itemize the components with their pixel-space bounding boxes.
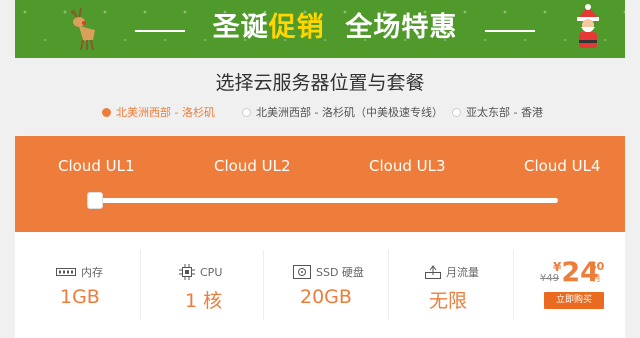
- divider: [513, 250, 514, 320]
- reindeer-icon: [70, 7, 95, 51]
- spec-label: CPU: [200, 265, 223, 279]
- price-decimal: 50: [589, 260, 605, 273]
- spec-label: 月流量: [446, 266, 479, 279]
- ssd-icon: [293, 265, 311, 279]
- buy-now-button[interactable]: 立即购买: [544, 292, 604, 309]
- radio-dot-icon: [452, 107, 461, 117]
- spec-value: 无限: [429, 290, 468, 312]
- region-label: 亚太东部 - 香港: [466, 106, 543, 119]
- divider: [140, 250, 141, 320]
- price-unit: /月: [590, 274, 601, 283]
- spec-panel: 内存 1GB CPU 1 核 SSD 硬盘 20GB 月流量 无限: [15, 232, 625, 338]
- plan-slider-track[interactable]: [88, 198, 558, 203]
- plan-panel: Cloud UL1 Cloud UL2 Cloud UL3 Cloud UL4: [15, 136, 625, 232]
- radio-dot-icon: [102, 107, 111, 117]
- region-option-la[interactable]: 北美洲西部 - 洛杉矶: [102, 104, 215, 120]
- traffic-icon: [425, 265, 441, 279]
- region-label: 北美洲西部 - 洛杉矶（中美极速专线）: [256, 106, 443, 119]
- divider: [263, 250, 264, 320]
- region-option-hk[interactable]: 亚太东部 - 香港: [452, 104, 543, 120]
- plan-option-ul2[interactable]: Cloud UL2: [214, 157, 291, 175]
- region-option-la-express[interactable]: 北美洲西部 - 洛杉矶（中美极速专线）: [242, 104, 443, 120]
- plan-option-ul1[interactable]: Cloud UL1: [58, 157, 135, 175]
- banner-line-left: [135, 30, 185, 32]
- current-price: ¥24 50 /月: [553, 258, 604, 288]
- section-title: 选择云服务器位置与套餐: [215, 72, 425, 94]
- plan-slider-handle[interactable]: [87, 192, 103, 209]
- banner-title: 圣诞促销 全场特惠: [212, 12, 458, 43]
- spec-value: 20GB: [300, 286, 352, 308]
- plan-option-ul3[interactable]: Cloud UL3: [369, 157, 446, 175]
- radio-dot-icon: [242, 107, 251, 117]
- banner-line-right: [485, 30, 535, 32]
- region-selector: 北美洲西部 - 洛杉矶 北美洲西部 - 洛杉矶（中美极速专线） 亚太东部 - 香…: [0, 104, 640, 122]
- spec-label: SSD 硬盘: [316, 266, 364, 279]
- divider: [388, 250, 389, 320]
- promo-banner[interactable]: 圣诞促销 全场特惠: [15, 0, 625, 58]
- memory-icon: [56, 268, 76, 276]
- spec-value: 1 核: [185, 290, 223, 312]
- santa-icon: [577, 4, 599, 48]
- spec-value: 1GB: [60, 286, 100, 308]
- cpu-icon: [179, 264, 195, 280]
- spec-label: 内存: [81, 266, 103, 279]
- plan-option-ul4[interactable]: Cloud UL4: [524, 157, 601, 175]
- region-label: 北美洲西部 - 洛杉矶: [116, 106, 215, 119]
